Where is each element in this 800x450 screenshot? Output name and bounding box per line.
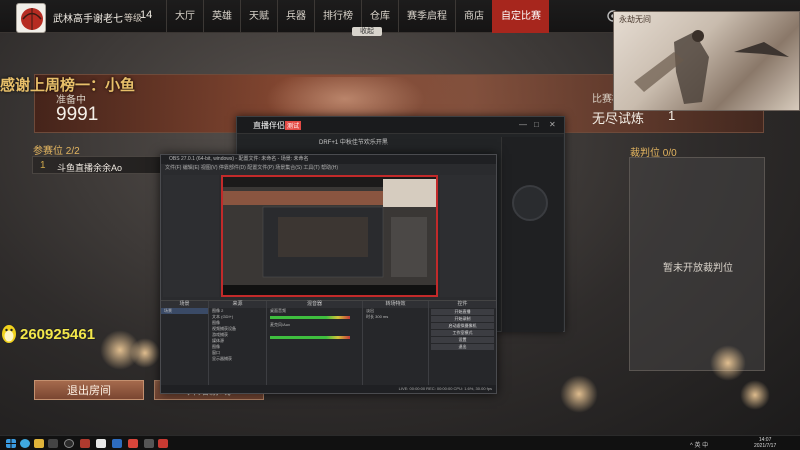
maximize-icon[interactable]: □ (534, 120, 539, 129)
nav-shop[interactable]: 商店 (455, 0, 492, 33)
duration-label: 时长 (366, 314, 374, 319)
windows-taskbar: ^ 英 中 14:07 2021/7/17 (0, 435, 800, 450)
qq-penguin-icon (2, 325, 16, 343)
studio-mode-button[interactable]: 工作室模式 (431, 330, 494, 336)
duration-row: 时长 300 ms (363, 314, 428, 320)
qq-overlay: 260925461 (0, 322, 95, 346)
nav-heroes[interactable]: 英雄 (203, 0, 240, 33)
sources-header: 来源 (209, 301, 266, 308)
lantern-glow (740, 380, 770, 410)
controls-dock: 控件 开始直播 开始录制 启动虚拟摄像机 工作室模式 设置 退出 (429, 301, 496, 386)
player-avatar[interactable] (16, 3, 46, 33)
obs-left-pane (163, 175, 219, 297)
sources-dock: 来源 图像 2 文本 (GDI+) 图像 视频捕获设备 游戏捕获 媒体源 图像 … (209, 301, 267, 386)
referee-panel: 暂未开放裁判位 (629, 157, 765, 371)
controls-header: 控件 (429, 301, 496, 308)
browser-icon[interactable] (20, 439, 30, 448)
art-title: 永劫无间 (619, 15, 651, 24)
duration-value[interactable]: 300 ms (375, 314, 388, 319)
obs-title-bar: OBS 27.0.1 (64-bit, windows) - 配置文件: 未命名… (161, 155, 496, 164)
system-tray[interactable]: ^ 英 中 (690, 440, 708, 449)
desktop-audio-meter (270, 316, 350, 319)
transitions-dock: 转场特效 淡出 时长 300 ms (363, 301, 429, 386)
mixer-header: 混音器 (267, 301, 362, 308)
participant-number: 1 (40, 160, 46, 171)
obs-menu-bar[interactable]: 文件(F) 编辑(E) 视图(V) 停靠部件(D) 配置文件(P) 场景集合(S… (161, 164, 496, 172)
app-icon[interactable] (96, 439, 106, 448)
game-art-overlay: 永劫无间 (613, 11, 800, 111)
obs-status-bar: LIVE: 00:00:00 REC: 00:00:00 CPU: 1.6%, … (161, 385, 496, 393)
lantern-glow (710, 345, 746, 381)
app-icon[interactable] (48, 439, 58, 448)
leave-room-button[interactable]: 退出房间 (34, 380, 144, 400)
level-value: 14 (140, 9, 153, 21)
virtual-camera-button[interactable]: 启动虚拟摄像机 (431, 323, 494, 329)
app-icon[interactable] (112, 439, 122, 448)
taskbar-clock[interactable]: 14:07 2021/7/17 (754, 437, 776, 449)
nav-custom-match[interactable]: 自定比赛 (492, 0, 549, 33)
nav-season[interactable]: 赛季启程 (398, 0, 455, 33)
live-brand: 直播伴侣 (253, 121, 285, 130)
participant-name: 斗鱼直播余余Ao (57, 163, 123, 173)
player-name: 武林高手谢老七 (53, 14, 123, 25)
mixer-track-label: 桌面音频 (270, 308, 286, 313)
room-number: 9991 (56, 104, 99, 125)
obs-window[interactable]: OBS 27.0.1 (64-bit, windows) - 配置文件: 未命名… (160, 154, 497, 394)
source-item[interactable]: 显示器捕获 (209, 356, 266, 362)
nav-weapons[interactable]: 兵器 (277, 0, 314, 33)
art-figure (634, 30, 789, 104)
minimize-icon[interactable]: — (519, 120, 527, 129)
live-tag: 测试 (285, 121, 302, 130)
participants-title: 参赛位 2/2 (33, 146, 80, 157)
live-side-panel (501, 137, 563, 332)
mixer-dock: 混音器 桌面音频 麦克风/Aux (267, 301, 363, 386)
mic-audio-meter (270, 336, 350, 339)
obs-taskbar-icon[interactable] (64, 439, 74, 448)
windows-start-icon[interactable] (6, 439, 16, 448)
start-recording-button[interactable]: 开始录制 (431, 316, 494, 322)
close-icon[interactable]: ✕ (549, 120, 556, 129)
obs-preview[interactable] (221, 175, 438, 297)
nav-talents[interactable]: 天赋 (240, 0, 277, 33)
exit-button[interactable]: 退出 (431, 344, 494, 350)
app-icon[interactable] (144, 439, 154, 448)
game-taskbar-icon[interactable] (80, 439, 90, 448)
obs-right-pane (440, 175, 496, 297)
referee-empty-message: 暂未开放裁判位 (663, 263, 733, 274)
live-tool-taskbar-icon[interactable] (158, 439, 168, 448)
mixer-track-label: 麦克风/Aux (270, 322, 291, 327)
obs-dock: 场景 场景 来源 图像 2 文本 (GDI+) 图像 视频捕获设备 游戏捕获 媒… (161, 300, 496, 386)
qq-number: 260925461 (20, 325, 96, 343)
lantern-glow (560, 375, 598, 413)
app-icon[interactable] (128, 439, 138, 448)
collapse-nav-button[interactable]: 收起 (352, 27, 382, 36)
scenes-header: 场景 (161, 301, 208, 308)
avatar-image (21, 8, 43, 30)
live-title-bar: 直播伴侣 测试 — □ ✕ (237, 117, 564, 134)
settings-button[interactable]: 设置 (431, 337, 494, 343)
scene-item[interactable]: 场景 (161, 308, 208, 314)
live-start-button[interactable] (512, 185, 548, 221)
transitions-header: 转场特效 (363, 301, 428, 308)
lantern-glow (130, 338, 160, 368)
clock-date: 2021/7/17 (754, 443, 777, 449)
nav-lobby[interactable]: 大厅 (166, 0, 203, 33)
start-streaming-button[interactable]: 开始直播 (431, 309, 494, 315)
scenes-dock: 场景 场景 (161, 301, 209, 386)
explorer-icon[interactable] (34, 439, 44, 448)
preview-capture (223, 177, 436, 295)
live-subtitle: DRF+1 中秋佳节欢乐开黑 (319, 140, 388, 146)
